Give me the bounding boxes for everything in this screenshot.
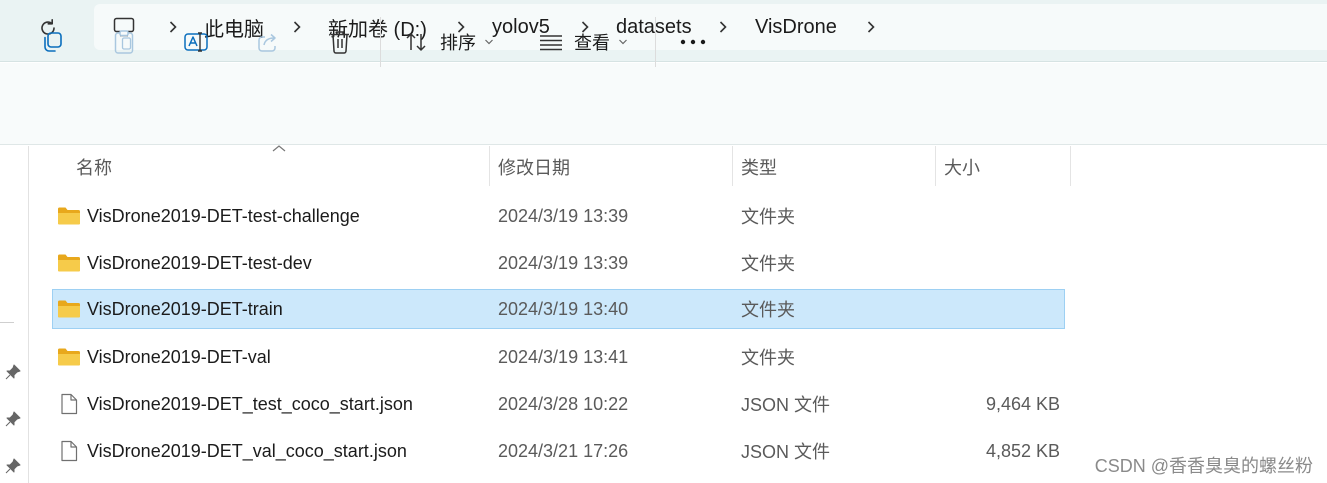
- folder-icon: [57, 290, 81, 328]
- file-name: VisDrone2019-DET_test_coco_start.json: [87, 393, 413, 414]
- column-header-name[interactable]: 名称: [76, 148, 112, 186]
- navigation-pane-border: [28, 146, 29, 483]
- breadcrumb-separator[interactable]: [163, 4, 183, 50]
- chevron-right-icon: [867, 21, 875, 33]
- folder-icon: [57, 196, 81, 236]
- file-row[interactable]: VisDrone2019-DET-val 2024/3/19 13:41 文件夹: [52, 337, 1065, 377]
- file-date: 2024/3/28 10:22: [498, 393, 629, 414]
- view-button[interactable]: 查看: [538, 22, 628, 62]
- file-type: 文件夹: [741, 254, 795, 274]
- file-name: VisDrone2019-DET-val: [87, 346, 271, 367]
- file-row[interactable]: VisDrone2019-DET-test-dev 2024/3/19 13:3…: [52, 243, 1065, 283]
- copy-button[interactable]: [40, 22, 64, 62]
- rename-button[interactable]: [183, 22, 211, 62]
- sort-ascending-icon: [272, 145, 286, 152]
- pin-icon[interactable]: [4, 363, 22, 381]
- breadcrumb-expand-button[interactable]: [861, 4, 881, 50]
- chevron-right-icon: [169, 21, 177, 33]
- pin-icon[interactable]: [4, 457, 22, 475]
- view-list-icon: [540, 35, 562, 51]
- sort-button[interactable]: 排序: [404, 22, 494, 62]
- chevron-right-icon: [719, 21, 727, 33]
- file-date: 2024/3/19 13:39: [498, 252, 629, 273]
- breadcrumb-separator[interactable]: [713, 4, 733, 50]
- delete-button[interactable]: [328, 22, 352, 62]
- file-type: 文件夹: [741, 348, 795, 368]
- column-header-date[interactable]: 修改日期: [498, 148, 570, 186]
- file-icon: [57, 431, 81, 471]
- pin-icon[interactable]: [4, 410, 22, 428]
- chevron-right-icon: [293, 21, 301, 33]
- share-button[interactable]: [256, 22, 280, 62]
- file-type: JSON 文件: [741, 395, 831, 415]
- file-icon: [57, 384, 81, 424]
- view-label: 查看: [574, 33, 610, 53]
- file-date: 2024/3/19 13:39: [498, 205, 629, 226]
- folder-icon: [57, 337, 81, 377]
- file-name: VisDrone2019-DET-train: [87, 298, 283, 319]
- copy-icon: [44, 32, 62, 52]
- sort-icon: [406, 33, 426, 51]
- sort-label: 排序: [440, 33, 476, 53]
- file-name: VisDrone2019-DET_val_coco_start.json: [87, 440, 407, 461]
- trash-icon: [331, 31, 349, 54]
- column-divider[interactable]: [935, 146, 936, 186]
- navigation-pane-divider: [0, 322, 14, 323]
- watermark: CSDN @香香臭臭的螺丝粉: [1094, 456, 1313, 476]
- share-icon: [258, 33, 276, 52]
- file-row-selected[interactable]: VisDrone2019-DET-train 2024/3/19 13:40 文…: [52, 289, 1065, 329]
- file-row[interactable]: VisDrone2019-DET_test_coco_start.json 20…: [52, 384, 1065, 424]
- file-type: JSON 文件: [741, 442, 831, 462]
- column-divider[interactable]: [489, 146, 490, 186]
- column-divider[interactable]: [732, 146, 733, 186]
- breadcrumb-visdrone[interactable]: VisDrone: [755, 4, 837, 50]
- breadcrumb-separator[interactable]: [287, 4, 307, 50]
- more-icon: [680, 39, 706, 45]
- file-type: 文件夹: [741, 207, 795, 227]
- chevron-down-icon: [619, 39, 627, 45]
- file-name: VisDrone2019-DET-test-challenge: [87, 205, 360, 226]
- chevron-down-icon: [485, 39, 493, 45]
- more-options-button[interactable]: [679, 22, 707, 62]
- file-size: 9,464 KB: [985, 393, 1060, 414]
- command-bar: [0, 63, 1327, 145]
- file-row[interactable]: VisDrone2019-DET_val_coco_start.json 202…: [52, 431, 1065, 471]
- rename-icon: [184, 32, 208, 52]
- paste-button[interactable]: [112, 22, 136, 62]
- column-header-type[interactable]: 类型: [741, 148, 777, 186]
- file-name: VisDrone2019-DET-test-dev: [87, 252, 312, 273]
- file-date: 2024/3/21 17:26: [498, 440, 629, 461]
- file-type: 文件夹: [741, 300, 795, 320]
- folder-icon: [57, 243, 81, 283]
- toolbar-divider: [380, 17, 381, 67]
- file-row[interactable]: VisDrone2019-DET-test-challenge 2024/3/1…: [52, 196, 1065, 236]
- file-date: 2024/3/19 13:40: [498, 298, 629, 319]
- breadcrumb-this-pc[interactable]: 此电脑: [204, 4, 264, 50]
- toolbar-divider: [655, 17, 656, 67]
- file-date: 2024/3/19 13:41: [498, 346, 629, 367]
- column-divider[interactable]: [1070, 146, 1071, 186]
- column-header-size[interactable]: 大小: [944, 148, 980, 186]
- file-size: 4,852 KB: [985, 440, 1060, 461]
- clipboard-icon: [114, 30, 134, 54]
